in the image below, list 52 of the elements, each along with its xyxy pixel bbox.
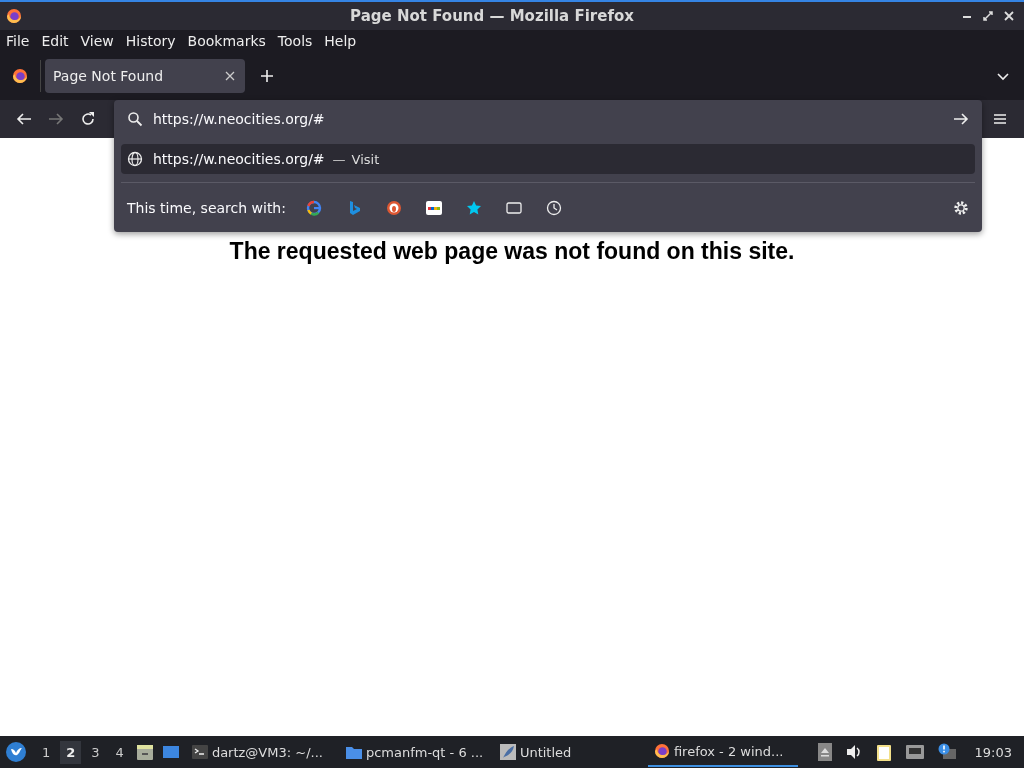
- menu-item[interactable]: View: [76, 33, 118, 49]
- speaker-icon[interactable]: [845, 744, 862, 760]
- taskbar-button[interactable]: pcmanfm-qt - 6 ...: [339, 737, 490, 767]
- file-cabinet-icon[interactable]: [135, 743, 154, 761]
- page-heading: The requested web page was not found on this site.: [229, 238, 795, 265]
- terminal-icon: [191, 744, 208, 760]
- workspace-button[interactable]: 2: [60, 740, 82, 764]
- menu-item[interactable]: File: [2, 33, 34, 49]
- start-menu-icon[interactable]: [6, 742, 26, 762]
- desktop-icon[interactable]: [161, 743, 180, 761]
- close-icon[interactable]: [225, 71, 235, 81]
- new-tab-icon[interactable]: [260, 69, 274, 83]
- workspace-button[interactable]: 3: [85, 740, 106, 764]
- address-field[interactable]: https://w.neocities.org/#: [153, 111, 943, 127]
- forward-icon: [48, 111, 64, 127]
- restore-icon[interactable]: [983, 11, 993, 21]
- suggestion-action: Visit: [351, 151, 380, 167]
- settings-icon[interactable]: [953, 199, 969, 216]
- network-icon[interactable]: [905, 744, 924, 760]
- workspace-button[interactable]: 1: [36, 740, 57, 764]
- clipboard-icon[interactable]: [875, 743, 892, 761]
- menu-icon[interactable]: [992, 111, 1008, 127]
- browser-tab[interactable]: Page Not Found: [45, 59, 245, 93]
- back-icon[interactable]: [16, 111, 32, 127]
- suggestion-row[interactable]: https://w.neocities.org/# — Visit: [121, 144, 975, 174]
- menu-item[interactable]: Bookmarks: [183, 33, 270, 49]
- update-notice-icon[interactable]: [937, 743, 956, 761]
- search-icon: [127, 111, 143, 127]
- clock: 19:03: [974, 744, 1012, 760]
- reload-icon[interactable]: [80, 111, 96, 127]
- menu-item[interactable]: Tools: [273, 33, 317, 49]
- taskbar-button[interactable]: Untitled: [493, 737, 644, 767]
- menu-item[interactable]: Edit: [37, 33, 73, 49]
- search-with-label: This time, search with:: [127, 199, 286, 216]
- suggestion-url: https://w.neocities.org/#: [153, 151, 325, 167]
- star-icon[interactable]: [465, 199, 482, 216]
- tab-icon[interactable]: [505, 199, 522, 216]
- window-title: Page Not Found — Mozilla Firefox: [349, 7, 635, 25]
- taskbar-button[interactable]: firefox - 2 wind...: [647, 737, 798, 767]
- clock-icon[interactable]: [545, 199, 562, 216]
- shopping-tag-icon[interactable]: [425, 199, 442, 216]
- close-icon[interactable]: [1004, 11, 1014, 21]
- menu-item[interactable]: Help: [320, 33, 361, 49]
- go-arrow-icon[interactable]: [953, 111, 969, 127]
- workspace-button[interactable]: 4: [109, 740, 130, 764]
- globe-icon: [127, 151, 143, 167]
- taskbar-button[interactable]: dartz@VM3: ~/...: [185, 737, 336, 767]
- folder-icon: [345, 744, 362, 760]
- eject-icon[interactable]: [817, 743, 832, 761]
- menu-item[interactable]: History: [121, 33, 180, 49]
- feather-icon: [499, 744, 516, 760]
- dash-separator: —: [332, 151, 346, 167]
